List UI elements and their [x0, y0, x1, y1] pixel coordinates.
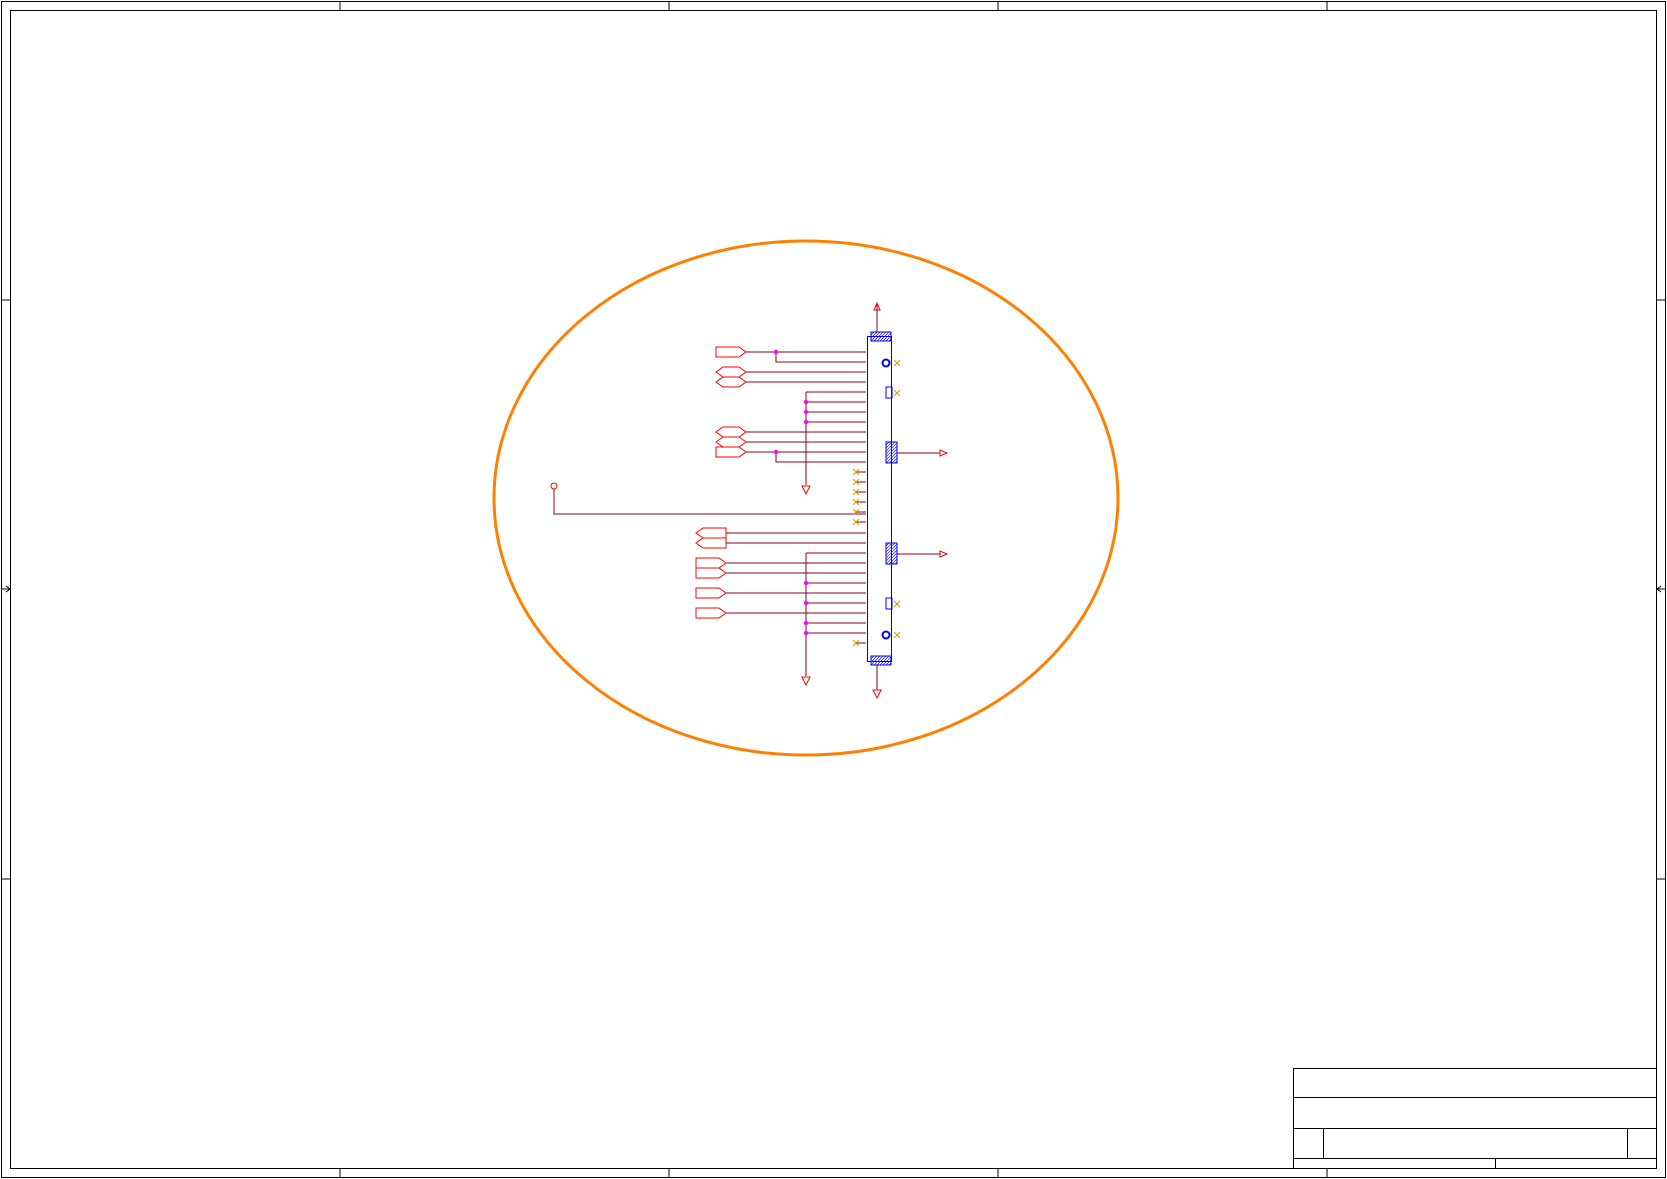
junction-dot: [803, 409, 809, 415]
net-port-bidir: [715, 436, 747, 448]
junction-dot: [773, 449, 779, 455]
junction-dot: [803, 620, 809, 626]
tab-hatch: [885, 659, 892, 666]
no-connect-mark: [893, 389, 901, 397]
no-connect-mark: [893, 359, 901, 367]
net-port-output: [695, 587, 727, 599]
tab-hatch: [891, 558, 898, 565]
wire: [553, 489, 866, 515]
net-port-output: [695, 567, 727, 579]
junction-dot: [773, 349, 779, 355]
junction-dot: [803, 399, 809, 405]
net-port-bidir: [715, 376, 747, 388]
junction-dot: [803, 419, 809, 425]
wire: [775, 352, 866, 363]
ground-symbol: [801, 485, 811, 496]
net-port-input: [695, 527, 727, 539]
net-port-output: [715, 446, 747, 458]
junction-dot: [803, 580, 809, 586]
mounting-hole: [881, 358, 891, 368]
net-port-bidir: [715, 426, 747, 438]
junctions-group: [773, 349, 809, 636]
sheet-frame: [1, 1, 1666, 1178]
test-point: [550, 482, 558, 490]
junction-dot: [803, 600, 809, 606]
power-arrow-right: [939, 550, 949, 558]
ground-symbol: [872, 689, 882, 700]
net-port-bidir: [715, 366, 747, 378]
schematic-sheet: [0, 0, 1667, 1179]
center-arrow-right: [1656, 585, 1665, 593]
junction-dot: [803, 630, 809, 636]
net-port-input: [695, 537, 727, 549]
ground-symbol: [801, 676, 811, 687]
power-arrow-right: [939, 449, 949, 457]
wire: [775, 452, 866, 463]
mounting-hole: [881, 630, 891, 640]
connector-group: [867, 331, 898, 666]
connector-body: [867, 336, 892, 662]
no-connect-mark: [893, 631, 901, 639]
schematic-canvas: [1, 1, 1666, 1178]
outer-border: [1, 1, 1666, 1178]
title-block: [1293, 1068, 1657, 1169]
no-connect-mark: [893, 600, 901, 608]
title-block-frame: [1293, 1068, 1657, 1169]
tab-hatch: [870, 331, 878, 339]
net-port-output: [695, 557, 727, 569]
net-port-output: [715, 346, 747, 358]
tab-hatch: [891, 457, 898, 464]
inner-border: [10, 10, 1657, 1169]
center-arrow-left: [2, 585, 11, 593]
net-port-output: [695, 607, 727, 619]
highlight-ellipse: [492, 239, 1120, 757]
